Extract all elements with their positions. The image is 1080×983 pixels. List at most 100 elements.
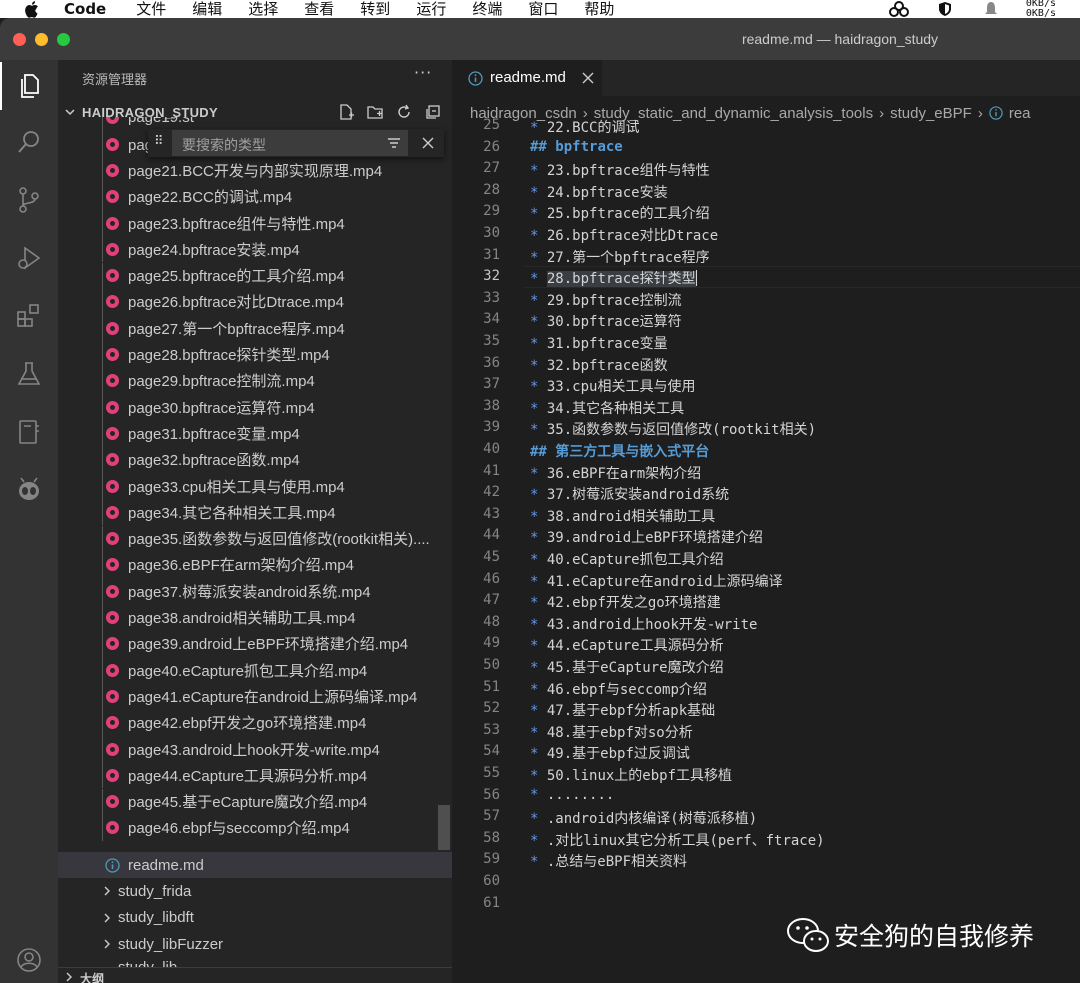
code-line[interactable]: 46 * 41.eCapture在android上源码编译: [452, 569, 1080, 591]
menu-edit[interactable]: 编辑: [192, 2, 222, 17]
menu-go[interactable]: 转到: [360, 2, 390, 17]
code-line[interactable]: 32 * 28.bpftrace探针类型: [452, 266, 1080, 288]
testing-icon[interactable]: [0, 350, 58, 398]
search-icon[interactable]: [0, 118, 58, 166]
folder-row[interactable]: study_lib: [58, 957, 452, 967]
code-line[interactable]: 35 * 31.bpftrace变量: [452, 331, 1080, 353]
code-line[interactable]: 43 * 38.android相关辅助工具: [452, 504, 1080, 526]
list-item[interactable]: page39.android上eBPF环境搭建介绍.mp4: [58, 630, 452, 657]
code-line[interactable]: 54 * 49.基于ebpf过反调试: [452, 741, 1080, 763]
list-item[interactable]: page36.eBPF在arm架构介绍.mp4: [58, 551, 452, 579]
list-item[interactable]: page23.bpftrace组件与特性.mp4: [58, 209, 452, 237]
code-line[interactable]: 45 * 40.eCapture抓包工具介绍: [452, 547, 1080, 569]
outline-section-header[interactable]: 大纲: [58, 967, 452, 983]
cluster-icon[interactable]: [888, 1, 910, 17]
code-line[interactable]: 51 * 46.ebpf与seccomp介绍: [452, 677, 1080, 699]
list-item[interactable]: page44.eCapture工具源码分析.mp4: [58, 762, 452, 789]
code-line[interactable]: 50 * 45.基于eCapture魔改介绍: [452, 655, 1080, 677]
bell-icon[interactable]: [980, 1, 1002, 17]
alien-extension-icon[interactable]: [0, 466, 58, 514]
account-icon[interactable]: [0, 936, 58, 983]
list-item[interactable]: page24.bpftrace安装.mp4: [58, 236, 452, 263]
list-item[interactable]: page42.ebpf开发之go环境搭建.mp4: [58, 709, 452, 736]
list-item[interactable]: page34.其它各种相关工具.mp4: [58, 499, 452, 526]
code-line[interactable]: 49 * 44.eCapture工具源码分析: [452, 633, 1080, 655]
list-item[interactable]: page46.ebpf与seccomp介绍.mp4: [58, 814, 452, 842]
code-line[interactable]: 34 * 30.bpftrace运算符: [452, 309, 1080, 331]
shield-icon[interactable]: [934, 1, 956, 17]
list-item[interactable]: page38.android相关辅助工具.mp4: [58, 604, 452, 631]
menu-selection[interactable]: 选择: [248, 2, 278, 17]
code-line[interactable]: 56 * ........: [452, 785, 1080, 807]
code-line[interactable]: 27 * 23.bpftrace组件与特性: [452, 158, 1080, 180]
list-item[interactable]: page22.BCC的调试.mp4: [58, 183, 452, 210]
list-item[interactable]: page21.BCC开发与内部实现原理.mp4: [58, 157, 452, 184]
list-item[interactable]: page40.eCapture抓包工具介绍.mp4: [58, 657, 452, 684]
code-line[interactable]: 36 * 32.bpftrace函数: [452, 353, 1080, 375]
menu-app-name[interactable]: Code: [64, 2, 106, 17]
notebook-icon[interactable]: [0, 408, 58, 456]
folder-row[interactable]: study_libFuzzer: [58, 931, 452, 957]
code-line[interactable]: 28 * 24.bpftrace安装: [452, 180, 1080, 202]
menu-help[interactable]: 帮助: [584, 2, 614, 17]
list-item[interactable]: page33.cpu相关工具与使用.mp4: [58, 472, 452, 500]
code-line[interactable]: 58 * .对比linux其它分析工具(perf、ftrace): [452, 828, 1080, 850]
code-line[interactable]: 61: [452, 893, 1080, 915]
code-line[interactable]: 31 * 27.第一个bpftrace程序: [452, 245, 1080, 267]
code-line[interactable]: 33 * 29.bpftrace控制流: [452, 288, 1080, 310]
code-line[interactable]: 52 * 47.基于ebpf分析apk基础: [452, 698, 1080, 720]
selected-file-row[interactable]: readme.md: [58, 852, 452, 879]
list-item[interactable]: page29.bpftrace控制流.mp4: [58, 367, 452, 394]
list-item[interactable]: page37.树莓派安装android系统.mp4: [58, 578, 452, 605]
code-line[interactable]: 57 * .android内核编译(树莓派移植): [452, 806, 1080, 828]
list-item[interactable]: page26.bpftrace对比Dtrace.mp4: [58, 288, 452, 316]
code-line[interactable]: 41 * 36.eBPF在arm架构介绍: [452, 461, 1080, 483]
list-item[interactable]: page25.bpftrace的工具介绍.mp4: [58, 262, 452, 289]
code-line[interactable]: 60: [452, 871, 1080, 893]
menu-terminal[interactable]: 终端: [472, 2, 502, 17]
list-item[interactable]: page41.eCapture在android上源码编译.mp4: [58, 683, 452, 710]
explorer-icon[interactable]: [0, 62, 58, 110]
code-line[interactable]: 44 * 39.android上eBPF环境搭建介绍: [452, 525, 1080, 547]
menu-window[interactable]: 窗口: [528, 2, 558, 17]
code-line[interactable]: 42 * 37.树莓派安装android系统: [452, 482, 1080, 504]
filter-input[interactable]: 要搜索的类型: [172, 130, 408, 156]
source-control-icon[interactable]: [0, 176, 58, 224]
code-line[interactable]: 39 * 35.函数参数与返回值修改(rootkit相关): [452, 417, 1080, 439]
code-line[interactable]: 30 * 26.bpftrace对比Dtrace: [452, 223, 1080, 245]
list-item[interactable]: page35.函数参数与返回值修改(rootkit相关)....: [58, 525, 452, 552]
list-item[interactable]: page45.基于eCapture魔改介绍.mp4: [58, 788, 452, 815]
apple-logo-icon[interactable]: [22, 1, 44, 18]
code-line[interactable]: 26 ## bpftrace: [452, 137, 1080, 159]
code-line[interactable]: 48 * 43.android上hook开发-write: [452, 612, 1080, 634]
sidebar-scrollbar-thumb[interactable]: [438, 805, 450, 850]
close-icon[interactable]: [420, 135, 436, 151]
code-line[interactable]: 40 ## 第三方工具与嵌入式平台: [452, 439, 1080, 461]
list-item[interactable]: page30.bpftrace运算符.mp4: [58, 394, 452, 421]
drag-handle-icon[interactable]: ⠿: [154, 134, 164, 149]
tab-readme[interactable]: readme.md: [452, 60, 602, 96]
menu-view[interactable]: 查看: [304, 2, 334, 17]
list-item[interactable]: page43.android上hook开发-write.mp4: [58, 735, 452, 763]
folder-row[interactable]: study_libdft: [58, 905, 452, 931]
code-line[interactable]: 38 * 34.其它各种相关工具: [452, 396, 1080, 418]
run-debug-icon[interactable]: [0, 234, 58, 282]
menu-run[interactable]: 运行: [416, 2, 446, 17]
list-item[interactable]: page31.bpftrace变量.mp4: [58, 420, 452, 447]
extensions-icon[interactable]: [0, 292, 58, 340]
code-line[interactable]: 55 * 50.linux上的ebpf工具移植: [452, 763, 1080, 785]
menu-file[interactable]: 文件: [136, 2, 166, 17]
more-actions-button[interactable]: ···: [414, 63, 432, 82]
code-line[interactable]: 47 * 42.ebpf开发之go环境搭建: [452, 590, 1080, 612]
filter-icon[interactable]: [386, 135, 402, 151]
close-icon[interactable]: [582, 72, 594, 84]
code-line[interactable]: 25 * 22.BCC的调试: [452, 115, 1080, 137]
code-line[interactable]: 29 * 25.bpftrace的工具介绍: [452, 201, 1080, 223]
code-line[interactable]: 53 * 48.基于ebpf对so分析: [452, 720, 1080, 742]
list-item[interactable]: page32.bpftrace函数.mp4: [58, 446, 452, 473]
list-item[interactable]: page28.bpftrace探针类型.mp4: [58, 341, 452, 368]
code-line[interactable]: 59 * .总结与eBPF相关资料: [452, 849, 1080, 871]
code-line[interactable]: 37 * 33.cpu相关工具与使用: [452, 374, 1080, 396]
list-item[interactable]: page27.第一个bpftrace程序.mp4: [58, 315, 452, 342]
folder-row[interactable]: study_frida: [58, 878, 452, 904]
